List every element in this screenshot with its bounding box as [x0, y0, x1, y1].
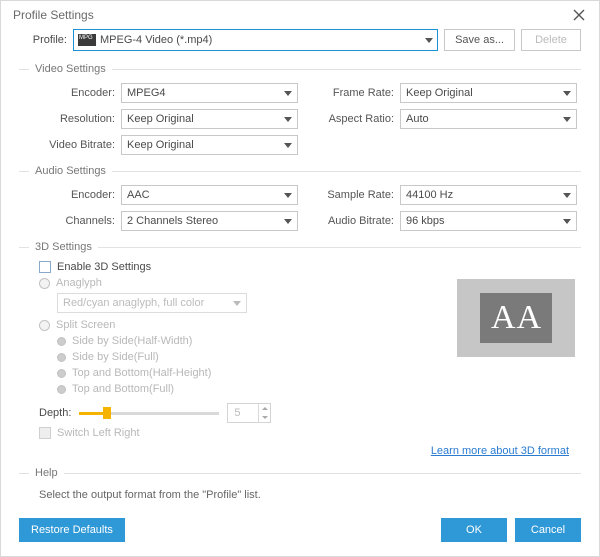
window-title: Profile Settings	[13, 8, 94, 22]
audio-encoder-select[interactable]: AAC	[121, 185, 298, 205]
spinner-up-icon	[259, 404, 270, 413]
video-bitrate-select[interactable]: Keep Original	[121, 135, 298, 155]
threeD-preview: A A	[457, 279, 575, 357]
save-as-button[interactable]: Save as...	[444, 29, 515, 51]
audio-samplerate-label: Sample Rate:	[318, 189, 394, 201]
preview-letter-right: A	[517, 301, 542, 335]
video-encoder-label: Encoder:	[39, 87, 115, 99]
help-group-title: Help	[35, 467, 58, 479]
profile-selected-text: MPEG-4 Video (*.mp4)	[100, 34, 212, 46]
audio-bitrate-label: Audio Bitrate:	[318, 215, 394, 227]
chevron-down-icon	[284, 219, 292, 224]
help-group: Help Select the output format from the "…	[19, 467, 581, 501]
enable-3d-label: Enable 3D Settings	[57, 261, 151, 273]
profile-select[interactable]: MPEG-4 Video (*.mp4)	[73, 29, 438, 51]
video-resolution-label: Resolution:	[39, 113, 115, 125]
audio-samplerate-select[interactable]: 44100 Hz	[400, 185, 577, 205]
radio-icon	[39, 278, 50, 289]
titlebar: Profile Settings	[1, 1, 599, 29]
spinner-down-icon	[259, 413, 270, 422]
video-aspect-label: Aspect Ratio:	[318, 113, 394, 125]
chevron-down-icon	[284, 117, 292, 122]
split-opt-sbs-half: Side by Side(Half-Width)	[57, 335, 447, 347]
depth-label: Depth:	[39, 407, 71, 419]
profile-settings-dialog: Profile Settings Profile: MPEG-4 Video (…	[0, 0, 600, 557]
anaglyph-mode-select: Red/cyan anaglyph, full color	[57, 293, 247, 313]
radio-icon	[57, 353, 66, 362]
video-bitrate-label: Video Bitrate:	[39, 139, 115, 151]
ok-button[interactable]: OK	[441, 518, 507, 542]
depth-slider[interactable]	[79, 406, 219, 420]
help-text: Select the output format from the "Profi…	[19, 487, 581, 501]
switch-lr-row: Switch Left Right	[39, 427, 575, 439]
chevron-down-icon	[563, 91, 571, 96]
radio-icon	[57, 369, 66, 378]
audio-bitrate-select[interactable]: 96 kbps	[400, 211, 577, 231]
audio-encoder-label: Encoder:	[39, 189, 115, 201]
chevron-down-icon	[233, 301, 241, 306]
anaglyph-radio: Anaglyph	[39, 277, 447, 289]
cancel-button[interactable]: Cancel	[515, 518, 581, 542]
audio-channels-select[interactable]: 2 Channels Stereo	[121, 211, 298, 231]
depth-spinner: 5	[227, 403, 271, 423]
split-opt-tab-full: Top and Bottom(Full)	[57, 383, 447, 395]
radio-icon	[57, 337, 66, 346]
audio-group-title: Audio Settings	[35, 165, 106, 177]
content-area: Profile: MPEG-4 Video (*.mp4) Save as...…	[1, 29, 599, 555]
checkbox-icon	[39, 427, 51, 439]
radio-icon	[39, 320, 50, 331]
chevron-down-icon	[563, 219, 571, 224]
video-framerate-label: Frame Rate:	[318, 87, 394, 99]
radio-icon	[57, 385, 66, 394]
split-opt-tab-half: Top and Bottom(Half-Height)	[57, 367, 447, 379]
mpeg-icon	[78, 34, 96, 46]
chevron-down-icon	[284, 91, 292, 96]
checkbox-icon[interactable]	[39, 261, 51, 273]
threeD-preview-area: A A	[457, 277, 575, 399]
chevron-down-icon	[563, 193, 571, 198]
close-icon[interactable]	[571, 7, 587, 23]
chevron-down-icon	[284, 143, 292, 148]
profile-label: Profile:	[19, 34, 67, 46]
chevron-down-icon	[563, 117, 571, 122]
footer: Restore Defaults OK Cancel	[1, 510, 599, 556]
restore-defaults-button[interactable]: Restore Defaults	[19, 518, 125, 542]
audio-channels-label: Channels:	[39, 215, 115, 227]
preview-letter-left: A	[491, 301, 516, 335]
video-encoder-select[interactable]: MPEG4	[121, 83, 298, 103]
chevron-down-icon	[425, 38, 433, 43]
split-screen-radio: Split Screen	[39, 319, 447, 331]
chevron-down-icon	[284, 193, 292, 198]
video-group-title: Video Settings	[35, 63, 106, 75]
video-settings-group: Video Settings Encoder: MPEG4 Resolution…	[19, 63, 581, 155]
threeD-settings-group: 3D Settings Enable 3D Settings Anaglyph	[19, 241, 581, 457]
enable-3d-row[interactable]: Enable 3D Settings	[39, 261, 575, 273]
split-opt-sbs-full: Side by Side(Full)	[57, 351, 447, 363]
profile-row: Profile: MPEG-4 Video (*.mp4) Save as...…	[19, 29, 581, 51]
threeD-group-title: 3D Settings	[35, 241, 92, 253]
video-aspect-select[interactable]: Auto	[400, 109, 577, 129]
slider-thumb[interactable]	[103, 407, 111, 419]
learn-more-3d-link[interactable]: Learn more about 3D format	[431, 445, 569, 457]
video-framerate-select[interactable]: Keep Original	[400, 83, 577, 103]
delete-button: Delete	[521, 29, 581, 51]
video-resolution-select[interactable]: Keep Original	[121, 109, 298, 129]
depth-row: Depth: 5	[39, 403, 575, 423]
audio-settings-group: Audio Settings Encoder: AAC Channels:	[19, 165, 581, 231]
